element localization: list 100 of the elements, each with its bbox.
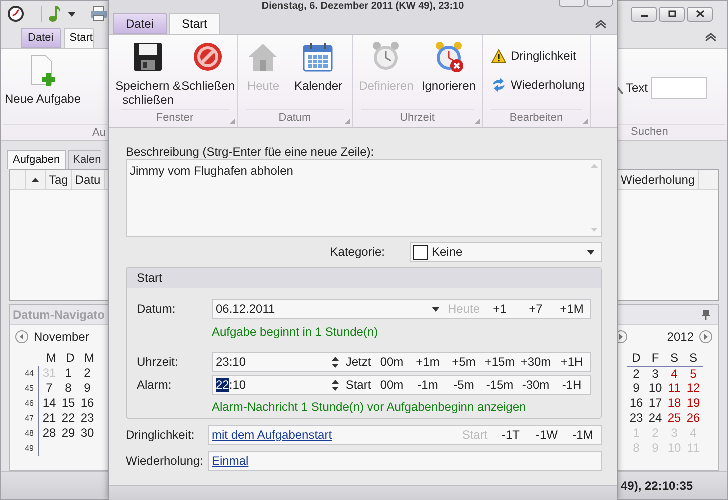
calendar-day[interactable]: 18 <box>665 396 684 411</box>
calendar-day[interactable]: 22 <box>59 411 78 426</box>
quick-set-button[interactable]: +7 <box>518 300 554 318</box>
info-text: Alarm-Nachricht 1 Stunde(n) vor Aufgabenbeginn anzeigen <box>211 400 528 414</box>
quick-set-button[interactable]: -30m <box>518 376 554 394</box>
ribbon-group-label: Suchen <box>631 125 668 140</box>
quick-set-button[interactable]: -15m <box>482 376 518 394</box>
calendar-day[interactable]: 11 <box>665 381 684 396</box>
clock-icon[interactable] <box>7 5 25 23</box>
calendar-day[interactable]: 21 <box>40 411 59 426</box>
calendar-day[interactable]: 23 <box>627 411 646 426</box>
quick-set-button[interactable]: -1T <box>493 426 529 444</box>
next-month-icon[interactable] <box>618 330 628 344</box>
ribbon-button[interactable]: Speichern & schließen <box>115 41 182 107</box>
calendar-day[interactable]: 30 <box>78 426 97 441</box>
calendar-day[interactable]: 5 <box>684 367 703 381</box>
ribbon-button[interactable]: Dringlichkeit <box>491 47 590 65</box>
calendar-day[interactable]: 9 <box>78 381 97 396</box>
week-number: 44 <box>24 368 35 380</box>
calendar-day[interactable]: 10 <box>646 381 665 396</box>
column-header[interactable]: Datu <box>72 170 105 189</box>
calendar-day[interactable]: 25 <box>665 411 684 426</box>
calendar-day[interactable]: 26 <box>684 411 703 426</box>
previous-month-icon[interactable] <box>15 330 29 344</box>
repeat-field[interactable]: Einmal <box>208 451 602 471</box>
next-month-icon[interactable] <box>699 330 713 344</box>
week-number: 48 <box>24 428 35 440</box>
ribbon-button[interactable]: Schließen <box>182 41 235 107</box>
quick-set-button[interactable]: +1M <box>554 300 590 318</box>
urgency-link[interactable]: mit dem Aufgabenstart <box>212 426 457 444</box>
quick-set-button[interactable]: Jetzt <box>343 353 374 371</box>
search-field[interactable] <box>651 77 708 99</box>
ribbon-button[interactable]: Kalender <box>294 41 342 93</box>
quick-set-button[interactable]: +30m <box>518 353 554 371</box>
quick-set-button[interactable]: 00m <box>374 376 410 394</box>
weekday-label: F <box>650 350 660 366</box>
weekday-label: M <box>46 350 58 366</box>
collapse-icon[interactable] <box>705 33 717 42</box>
ribbon-tab[interactable]: Start <box>169 13 220 34</box>
calendar-day[interactable]: 4 <box>665 367 684 381</box>
time-field[interactable]: 23:10 Jetzt 00m +1m +5m +15m +30m +1H <box>212 352 591 372</box>
quick-set-button[interactable]: +15m <box>482 353 518 371</box>
pin-icon[interactable] <box>702 310 710 320</box>
calendar-day[interactable]: 24 <box>646 411 665 426</box>
calendar-day[interactable]: 1 <box>59 366 78 381</box>
quick-set-button[interactable]: 00m <box>374 353 410 371</box>
quick-set-button[interactable]: -5m <box>446 376 482 394</box>
ribbon-group-label: Au <box>92 126 106 140</box>
repeat-link[interactable]: Einmal <box>212 452 249 470</box>
quick-set-button[interactable]: -1H <box>554 376 590 394</box>
quick-set-button[interactable]: +1H <box>554 353 590 371</box>
quick-set-button[interactable]: +5m <box>446 353 482 371</box>
quick-set-button[interactable]: +1 <box>482 300 518 318</box>
dropdown-caret-icon[interactable] <box>432 306 440 312</box>
calendar-day[interactable]: 12 <box>684 381 703 396</box>
field-label: Dringlichkeit: <box>126 427 196 444</box>
calendar-day[interactable]: 14 <box>40 396 59 411</box>
column-header[interactable]: Tag <box>46 170 72 189</box>
calendar-day[interactable]: 16 <box>78 396 97 411</box>
field-label: Alarm: <box>137 377 173 394</box>
ribbon-tab[interactable]: Start <box>64 28 94 48</box>
calendar-day[interactable]: 29 <box>59 426 78 441</box>
sort-ascending-icon[interactable] <box>32 178 39 182</box>
maximize-button[interactable] <box>659 6 685 22</box>
quick-set-button[interactable]: -1m <box>410 376 446 394</box>
calendar-day[interactable]: 9 <box>627 381 646 396</box>
calendar-day[interactable]: 23 <box>78 411 97 426</box>
calendar-day[interactable]: 2 <box>627 367 646 381</box>
weekday-label: S <box>688 350 698 366</box>
dropdown-caret-icon[interactable] <box>68 12 76 16</box>
ribbon-button[interactable]: Wiederholung <box>491 76 590 94</box>
alarm-time-field[interactable]: 22:10 Start 00m -1m -5m -15m -30m -1H <box>212 375 591 395</box>
new-task-button[interactable]: Neue Aufgabe <box>1 49 85 108</box>
spinner-icon[interactable] <box>332 378 339 392</box>
no-entry-icon <box>192 41 224 73</box>
ribbon-button[interactable]: Ignorieren <box>422 41 476 93</box>
quick-set-button[interactable]: +1m <box>410 353 446 371</box>
calendar-day[interactable]: 7 <box>40 381 59 396</box>
calendar-day[interactable]: 2 <box>78 366 97 381</box>
category-dropdown[interactable]: Keine <box>410 242 602 262</box>
calendar-day[interactable]: 16 <box>627 396 646 411</box>
quick-set-button[interactable]: -1M <box>565 426 601 444</box>
printer-icon[interactable] <box>90 6 108 22</box>
quick-set-button[interactable]: Start <box>343 376 374 394</box>
calendar-day[interactable]: 19 <box>684 396 703 411</box>
view-tab[interactable]: Kalen <box>68 150 102 169</box>
calendar-day[interactable]: 3 <box>646 367 665 381</box>
file-menu-button[interactable]: Datei <box>21 28 61 48</box>
file-menu-button[interactable]: Datei <box>113 13 168 34</box>
calendar-day[interactable]: 15 <box>59 396 78 411</box>
quick-set-button[interactable]: -1W <box>529 426 565 444</box>
dropdown-caret-icon[interactable] <box>587 250 595 254</box>
calendar-day[interactable]: 17 <box>646 396 665 411</box>
spinner-icon[interactable] <box>332 356 339 368</box>
view-tab[interactable]: Aufgaben <box>7 150 66 169</box>
music-note-icon[interactable] <box>48 5 62 23</box>
collapse-icon[interactable] <box>595 20 607 29</box>
calendar-day[interactable]: 28 <box>40 426 59 441</box>
calendar-day[interactable]: 8 <box>59 381 78 396</box>
ribbon-group-label: Fenster <box>156 111 194 126</box>
